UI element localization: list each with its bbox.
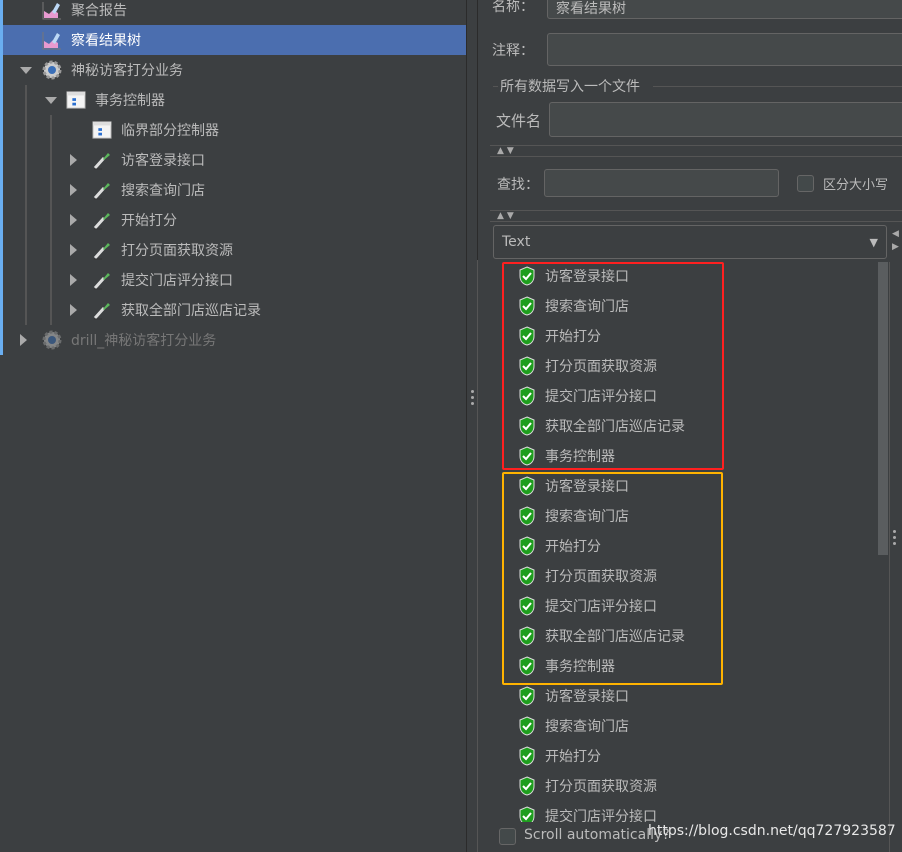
result-label: 打分页面获取资源 [545,779,657,795]
result-item[interactable]: 打分页面获取资源 [518,771,657,801]
success-shield-icon [519,806,535,822]
results-tree: 访客登录接口 搜索查询门店 开始打分 打分页面获取资源 提交门店评分接口 获取全部门店巡店… [0,0,902,822]
highlight-box-red [502,262,724,470]
scroll-automatically-checkbox[interactable] [499,828,516,845]
result-item[interactable]: 搜索查询门店 [518,711,629,741]
watermark: https://blog.csdn.net/qq727923587 [648,823,896,839]
result-item[interactable]: 访客登录接口 [518,681,629,711]
success-shield-icon [519,746,535,766]
highlight-box-orange [502,472,723,685]
success-shield-icon [519,776,535,796]
result-item[interactable]: 开始打分 [518,741,601,771]
result-label: 访客登录接口 [545,689,629,705]
result-item[interactable]: 提交门店评分接口 [518,801,657,822]
result-label: 开始打分 [545,749,601,765]
success-shield-icon [519,716,535,736]
result-label: 提交门店评分接口 [545,809,657,822]
success-shield-icon [519,686,535,706]
result-label: 搜索查询门店 [545,719,629,735]
